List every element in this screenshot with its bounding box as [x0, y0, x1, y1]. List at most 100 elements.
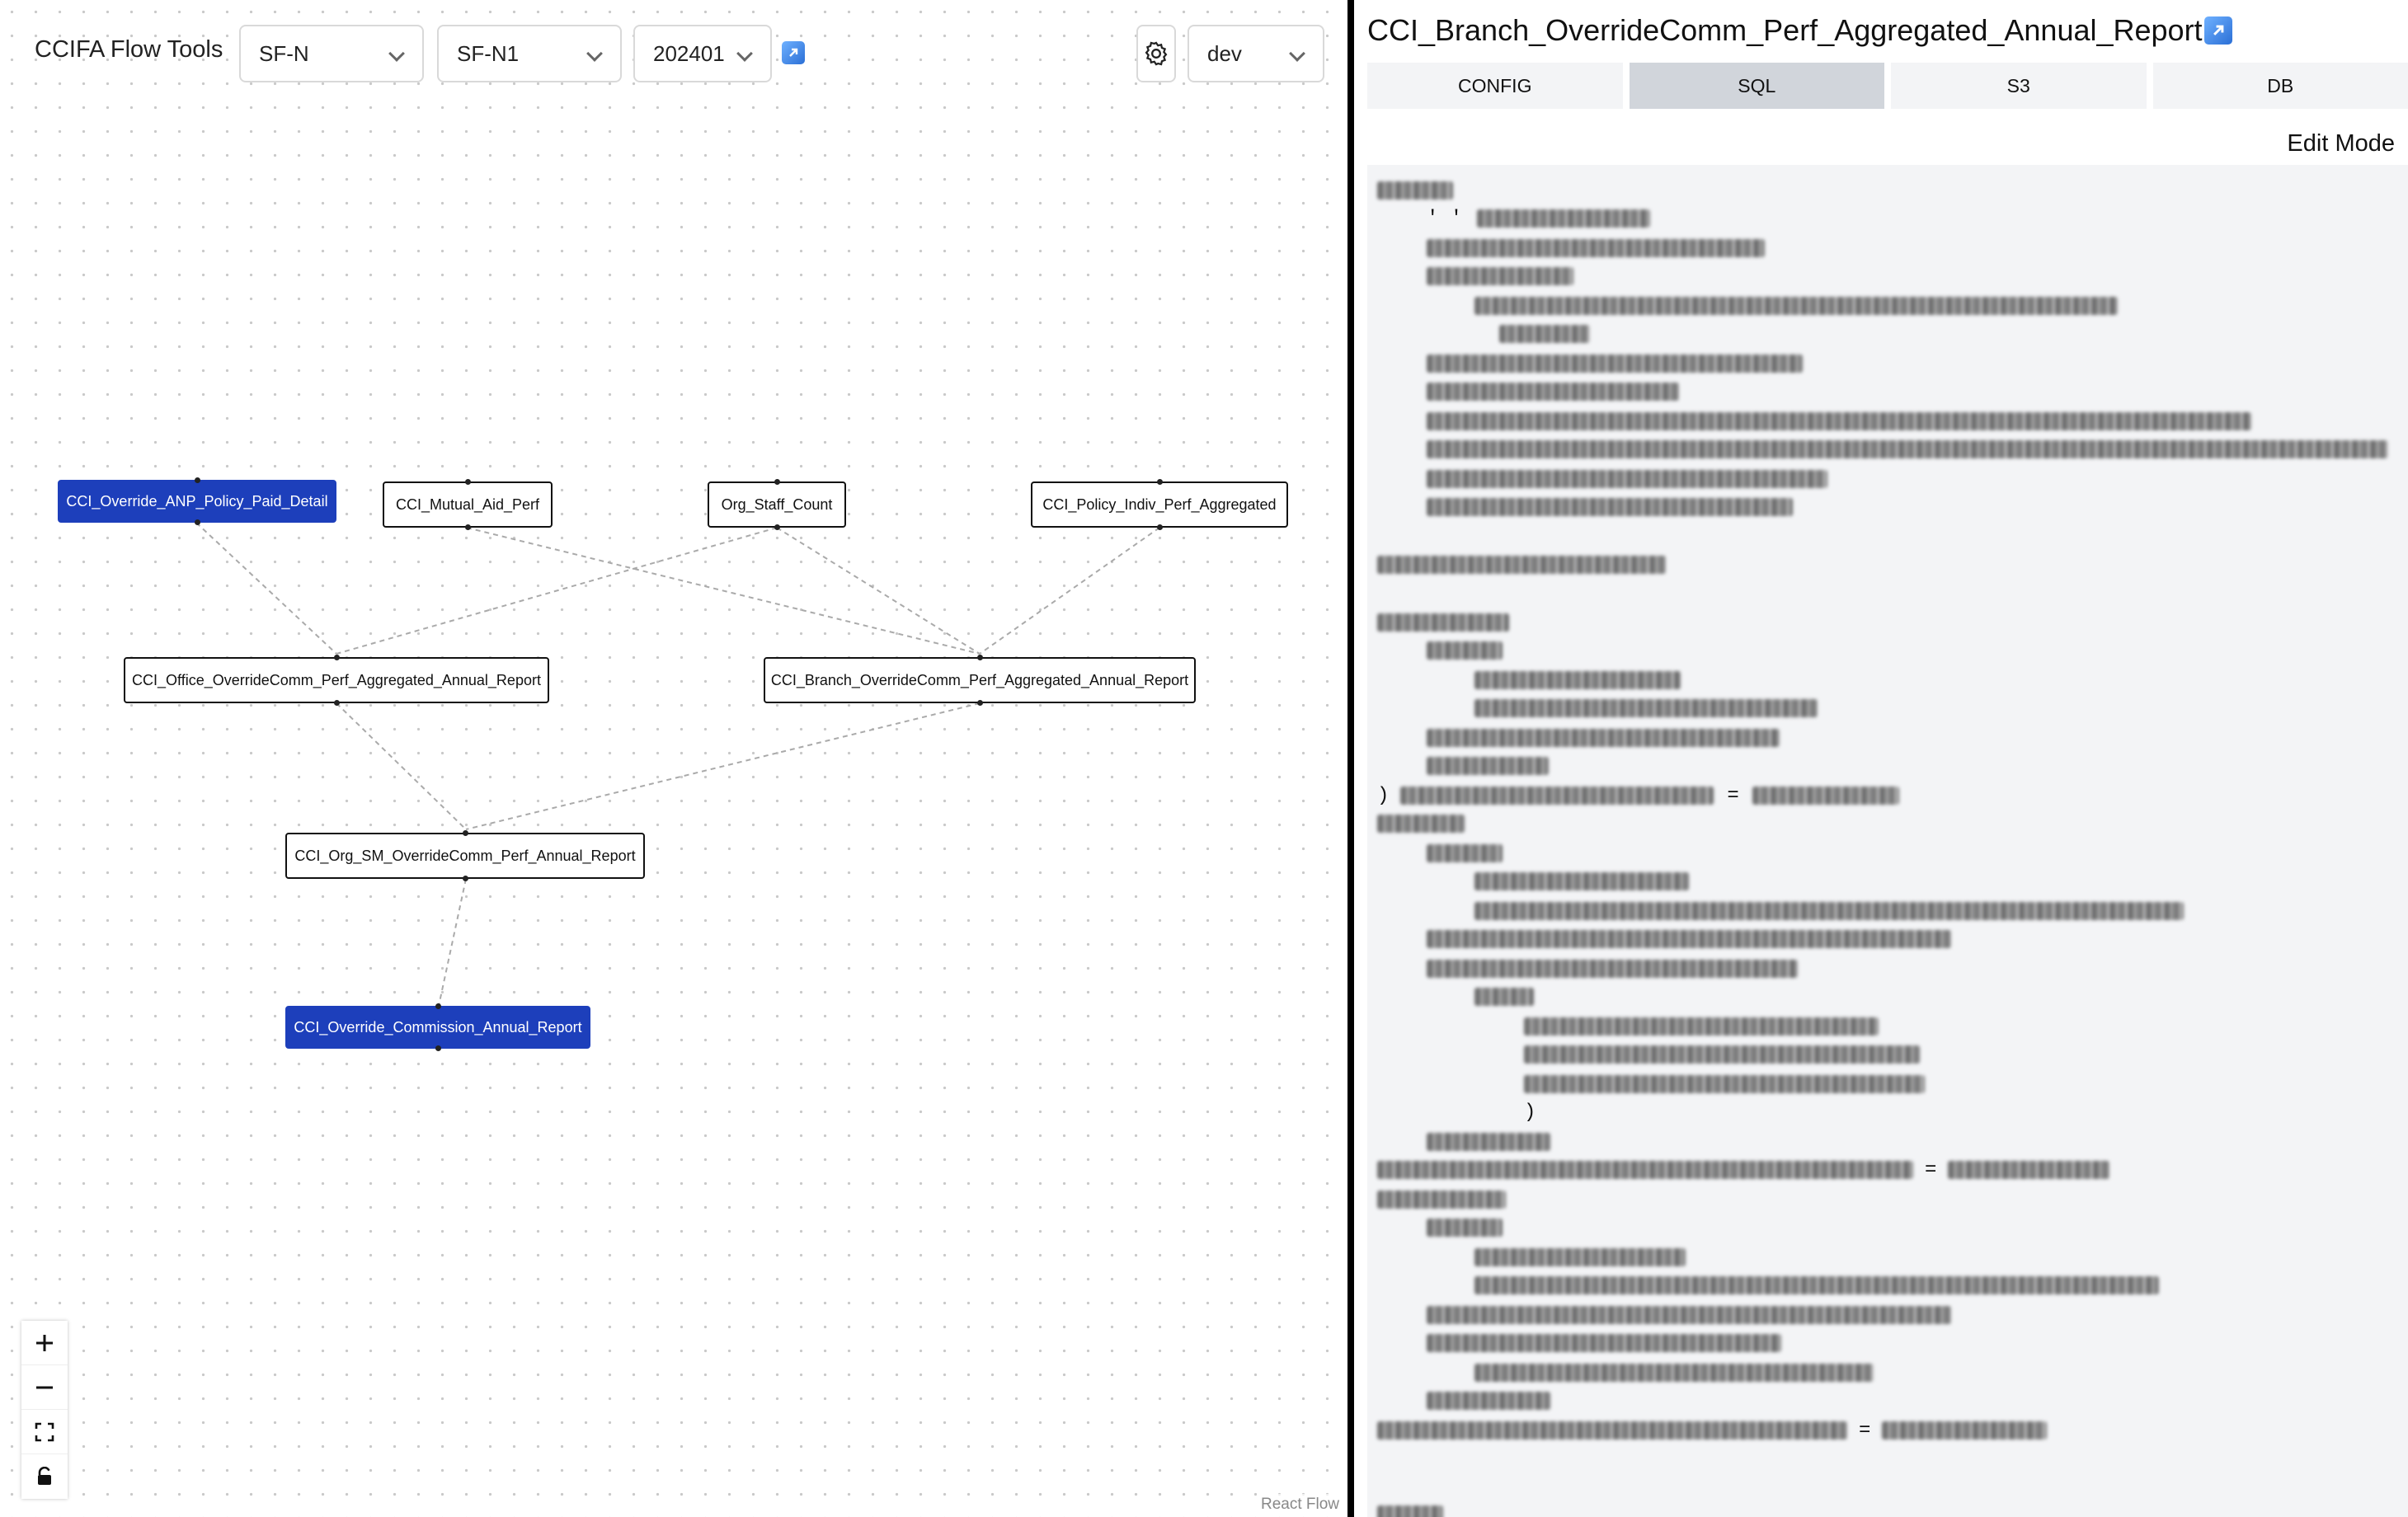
redacted-text [1474, 1276, 2159, 1294]
settings-button[interactable] [1136, 25, 1176, 82]
region-select-value: SF-N [259, 40, 309, 66]
redacted-text [1377, 815, 1465, 833]
flow-node-label: CCI_Office_OverrideComm_Perf_Aggregated_… [132, 671, 541, 688]
tab-config[interactable]: CONFIG [1367, 63, 1623, 109]
flow-edges [195, 522, 1160, 1007]
code-paren: ) [1524, 1101, 1536, 1124]
redacted-text [1474, 872, 1689, 890]
edge-n2-n6 [466, 527, 981, 655]
node-handle[interactable] [1156, 524, 1163, 530]
flow-node-label: CCI_Org_SM_OverrideComm_Perf_Annual_Repo… [294, 847, 636, 864]
redacted-text [1474, 297, 2118, 315]
flow-controls [21, 1321, 68, 1499]
redacted-text [1427, 930, 1951, 948]
redacted-text [1427, 1306, 1951, 1324]
gear-icon [1145, 41, 1168, 66]
fit-view-button[interactable] [21, 1410, 68, 1454]
zoom-out-button[interactable] [21, 1365, 68, 1410]
flow-node-label: CCI_Policy_Indiv_Perf_Aggregated [1042, 495, 1277, 513]
react-flow-attribution[interactable]: React Flow [1257, 1494, 1343, 1515]
environment-select[interactable]: dev [1188, 25, 1324, 82]
redacted-text [1427, 1219, 1503, 1237]
lock-icon [38, 1467, 51, 1485]
open-external-icon[interactable] [782, 41, 805, 64]
redacted-text [1377, 1191, 1506, 1209]
open-external-icon[interactable] [2203, 16, 2232, 45]
sql-editor[interactable]: ' ' ) = ) = = [1367, 165, 2408, 1517]
tab-db[interactable]: DB [2152, 63, 2408, 109]
lock-button[interactable] [21, 1454, 68, 1499]
redacted-text [1499, 325, 1590, 343]
code-equals: = [1925, 1158, 1937, 1181]
node-handle[interactable] [333, 700, 340, 706]
subregion-select[interactable]: SF-N1 [437, 25, 622, 82]
flow-node[interactable]: CCI_Override_Commission_Annual_Report [285, 1003, 590, 1051]
tab-sql[interactable]: SQL [1629, 63, 1884, 109]
flow-node-label: CCI_Override_Commission_Annual_Report [294, 1018, 582, 1036]
redacted-text [1474, 902, 2184, 920]
flow-node[interactable]: CCI_Branch_OverrideComm_Perf_Aggregated_… [764, 655, 1196, 706]
node-handle[interactable] [194, 519, 200, 525]
chevron-down-icon [586, 45, 603, 62]
redacted-text [1524, 1075, 1925, 1093]
tab-s3[interactable]: S3 [1891, 63, 2147, 109]
period-select[interactable]: 202401 [633, 25, 772, 82]
node-handle[interactable] [1156, 479, 1163, 485]
fit-view-icon [35, 1422, 54, 1441]
redacted-text [1377, 556, 1666, 574]
flow-node[interactable]: CCI_Policy_Indiv_Perf_Aggregated [1031, 479, 1288, 530]
redacted-text [1427, 498, 1793, 516]
redacted-text [1377, 1505, 1443, 1517]
code-quotes: ' ' [1427, 207, 1463, 230]
chevron-down-icon [1289, 45, 1305, 62]
redacted-text [1427, 267, 1573, 285]
node-handle[interactable] [464, 524, 471, 530]
redacted-text [1477, 209, 1651, 228]
edit-mode-toggle[interactable]: Edit Mode [2287, 130, 2395, 157]
node-handle[interactable] [194, 477, 200, 483]
node-handle[interactable] [976, 655, 983, 660]
node-handle[interactable] [774, 524, 780, 530]
flow-node[interactable]: CCI_Office_OverrideComm_Perf_Aggregated_… [124, 655, 549, 706]
node-handle[interactable] [774, 479, 780, 485]
environment-select-value: dev [1207, 40, 1242, 66]
panel-tabs: CONFIG SQL S3 DB [1367, 63, 2408, 109]
redacted-text [1427, 641, 1503, 660]
edge-n6-n7 [465, 702, 981, 830]
redacted-text [1427, 355, 1803, 373]
code-equals: = [1727, 784, 1739, 807]
chevron-down-icon [736, 45, 753, 62]
period-select-value: 202401 [653, 40, 725, 66]
redacted-text [1427, 844, 1503, 862]
details-panel: CCI_Branch_OverrideComm_Perf_Aggregated_… [1354, 0, 2408, 1517]
node-handle[interactable] [333, 655, 340, 660]
flow-node[interactable]: CCI_Mutual_Aid_Perf [383, 479, 553, 530]
chevron-down-icon [388, 45, 405, 62]
edge-n1-n5 [195, 522, 337, 655]
redacted-text [1474, 671, 1681, 689]
node-handle[interactable] [976, 700, 983, 706]
flow-node[interactable]: Org_Staff_Count [708, 479, 846, 530]
redacted-text [1474, 699, 1818, 717]
node-handle[interactable] [435, 1003, 441, 1009]
code-equals: = [1859, 1419, 1871, 1442]
redacted-text [1524, 1045, 1920, 1064]
redacted-text [1427, 757, 1549, 775]
flow-canvas[interactable]: CCIFA Flow Tools SF-N SF-N1 202401 dev C… [0, 0, 1347, 1517]
edge-n7-n8 [438, 878, 467, 1007]
edge-n3-n6 [776, 527, 981, 655]
plus-icon [36, 1334, 53, 1351]
node-handle[interactable] [435, 1045, 441, 1051]
node-handle[interactable] [462, 830, 468, 836]
region-select[interactable]: SF-N [239, 25, 424, 82]
flow-node[interactable]: CCI_Override_ANP_Policy_Paid_Detail [58, 477, 336, 525]
zoom-in-button[interactable] [21, 1321, 68, 1365]
redacted-text [1427, 440, 2388, 458]
redacted-text [1427, 412, 2251, 430]
redacted-text [1427, 1334, 1781, 1352]
panel-divider[interactable] [1347, 0, 1354, 1517]
redacted-text [1377, 1421, 1847, 1440]
node-handle[interactable] [462, 876, 468, 881]
node-handle[interactable] [464, 479, 471, 485]
flow-node[interactable]: CCI_Org_SM_OverrideComm_Perf_Annual_Repo… [285, 830, 645, 881]
